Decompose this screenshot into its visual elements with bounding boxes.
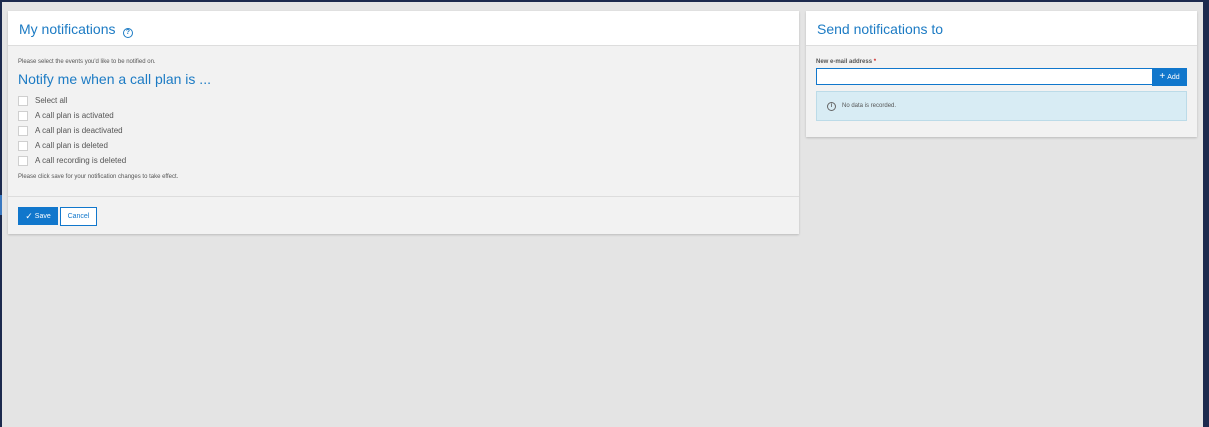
panel-header: My notifications ? (8, 11, 799, 46)
call-plan-activated-checkbox[interactable] (18, 110, 28, 121)
select-all-checkbox[interactable] (18, 95, 28, 106)
plus-icon: + (1159, 71, 1166, 82)
checkmark-icon: ✓ (25, 210, 33, 221)
email-input-row: + Add (816, 68, 1187, 86)
email-field[interactable] (816, 68, 1153, 85)
call-recording-deleted-checkbox[interactable] (18, 155, 28, 166)
panel-footer: ✓ Save Cancel (8, 196, 799, 226)
save-note: Please click save for your notification … (18, 174, 179, 180)
call-plan-deactivated-checkbox[interactable] (18, 125, 28, 136)
panel-title: Send notifications to (817, 21, 944, 37)
option-label: A call plan is deactivated (35, 126, 123, 135)
section-heading: Notify me when a call plan is ... (18, 71, 211, 87)
my-notifications-panel: My notifications ? Please select the eve… (8, 11, 799, 234)
option-label: A call recording is deleted (35, 156, 127, 165)
empty-state-text: No data is recorded. (842, 103, 897, 109)
send-notifications-panel: Send notifications to New e-mail address… (806, 11, 1197, 137)
option-label: A call plan is deleted (35, 141, 108, 150)
help-icon[interactable]: ? (122, 28, 133, 38)
workspace: My notifications ? Please select the eve… (2, 2, 1203, 427)
intro-text: Please select the events you'd like to b… (18, 59, 156, 65)
option-call-recording-deleted[interactable]: A call recording is deleted (18, 153, 789, 168)
panel-header: Send notifications to (806, 11, 1197, 46)
option-call-plan-deleted[interactable]: A call plan is deleted (18, 138, 789, 153)
panel-body: New e-mail address * + Add i No data is … (806, 46, 1197, 121)
save-button[interactable]: ✓ Save (18, 207, 58, 225)
cancel-button[interactable]: Cancel (60, 207, 97, 226)
add-label: Add (1167, 73, 1180, 81)
empty-state-message: i No data is recorded. (816, 91, 1187, 121)
option-call-plan-deactivated[interactable]: A call plan is deactivated (18, 123, 789, 138)
page-title: My notifications (19, 21, 116, 37)
panel-body: Please select the events you'd like to b… (8, 46, 799, 181)
email-field-label: New e-mail address * (816, 58, 1187, 66)
option-label: A call plan is activated (35, 111, 114, 120)
option-select-all[interactable]: Select all (18, 93, 789, 108)
add-email-button[interactable]: + Add (1152, 68, 1187, 86)
required-marker: * (873, 59, 877, 65)
option-call-plan-activated[interactable]: A call plan is activated (18, 108, 789, 123)
option-label: Select all (35, 96, 68, 105)
info-circle-icon: i (827, 101, 836, 111)
call-plan-deleted-checkbox[interactable] (18, 140, 28, 151)
email-label-text: New e-mail address (816, 59, 873, 65)
save-label: Save (34, 212, 51, 220)
